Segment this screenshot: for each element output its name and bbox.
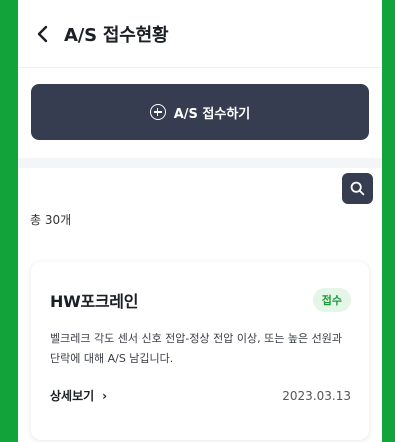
top-bar: A/S 접수현황 (18, 0, 382, 68)
chevron-left-icon[interactable] (32, 24, 52, 44)
page-title: A/S 접수현황 (64, 24, 169, 46)
item-title: HW포크레인 (50, 292, 139, 311)
total-count: 총 30개 (30, 213, 72, 227)
action-area: A/S 접수하기 (18, 68, 382, 158)
plus-circle-icon (149, 104, 166, 120)
add-as-button[interactable]: A/S 접수하기 (31, 84, 369, 140)
app-screen: A/S 접수현황 A/S 접수하기 총 30개 HW포크레인 접수 벨크레크 각… (18, 0, 382, 442)
list-item[interactable]: HW포크레인 접수 벨크레크 각도 센서 신호 전압-정상 전압 이상, 또는 … (31, 262, 369, 440)
search-button[interactable] (342, 173, 373, 204)
as-list: 총 30개 HW포크레인 접수 벨크레크 각도 센서 신호 전압-정상 전압 이… (18, 168, 382, 442)
add-as-label: A/S 접수하기 (173, 106, 251, 122)
card-footer: 상세보기 › 2023.03.13 (50, 387, 351, 404)
detail-link[interactable]: 상세보기 › (50, 387, 107, 404)
item-description: 벨크레크 각도 센서 신호 전압-정상 전압 이상, 또는 높은 선원과 단락에… (50, 332, 342, 365)
status-badge: 접수 (312, 288, 351, 312)
item-date: 2023.03.13 (282, 388, 351, 403)
detail-label: 상세보기 (50, 389, 95, 403)
list-toolbar: 총 30개 (18, 168, 382, 238)
search-icon (350, 181, 365, 196)
chevron-right-icon: › (102, 388, 108, 403)
card-header: HW포크레인 접수 (50, 288, 351, 312)
